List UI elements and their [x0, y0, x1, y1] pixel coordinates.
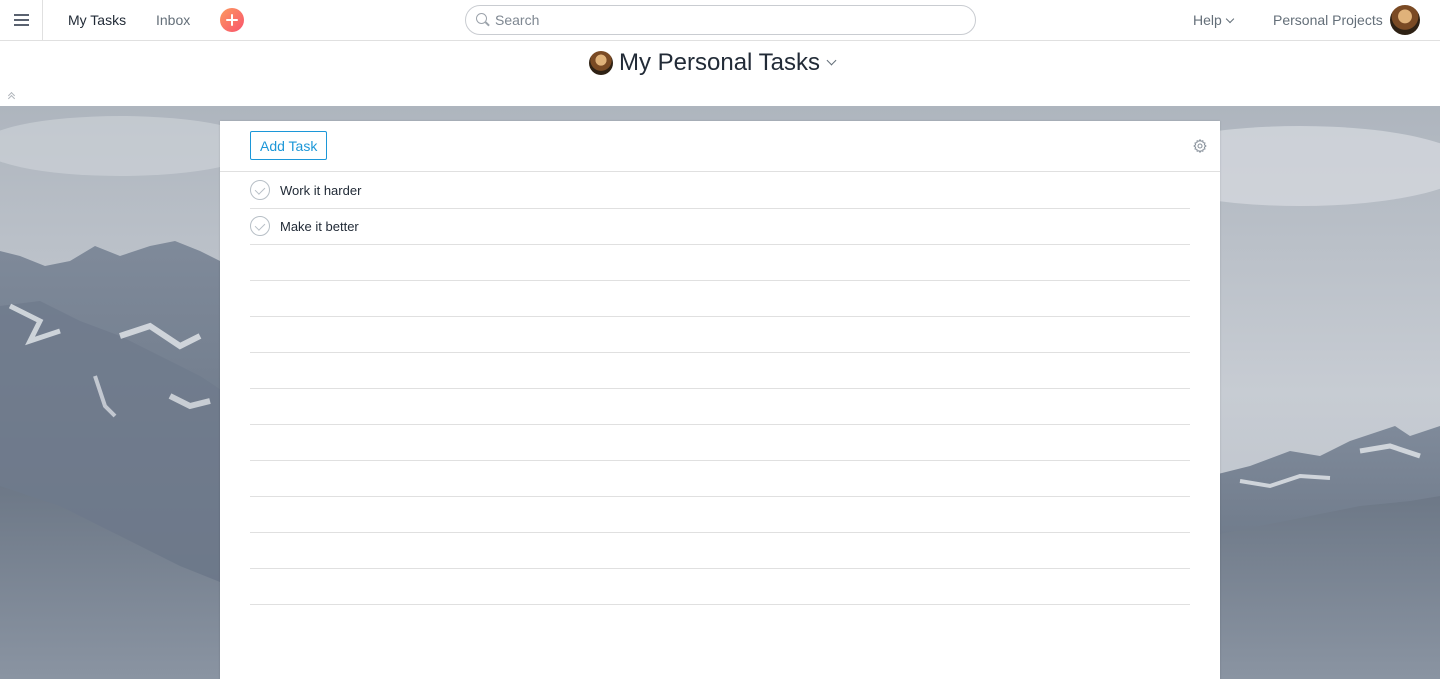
empty-task-row[interactable]: [250, 461, 1190, 497]
empty-task-row[interactable]: [250, 425, 1190, 461]
chevron-down-icon: [826, 55, 837, 65]
nav-inbox[interactable]: Inbox: [156, 12, 190, 28]
task-row[interactable]: Work it harder: [250, 173, 1190, 209]
chevron-down-icon: [1225, 14, 1235, 24]
search-icon: [476, 13, 487, 24]
help-label: Help: [1193, 12, 1222, 28]
top-bar: My Tasks Inbox Help Personal Projects: [0, 0, 1440, 41]
workspace-switcher[interactable]: Personal Projects: [1273, 12, 1383, 28]
nav-my-tasks[interactable]: My Tasks: [68, 12, 126, 28]
page-header: My Personal Tasks: [0, 41, 1440, 106]
double-chevron-up-icon[interactable]: [8, 93, 16, 101]
empty-task-row[interactable]: [250, 533, 1190, 569]
title-avatar: [589, 51, 613, 75]
task-list-panel: Add Task Work it harder Make it better: [220, 121, 1220, 679]
task-toolbar: Add Task: [220, 121, 1220, 172]
plus-circle-icon[interactable]: [220, 8, 244, 32]
empty-task-row[interactable]: [250, 281, 1190, 317]
task-row[interactable]: Make it better: [250, 209, 1190, 245]
empty-task-row[interactable]: [250, 317, 1190, 353]
search-input[interactable]: [495, 10, 965, 30]
page-title-menu[interactable]: My Personal Tasks: [589, 49, 837, 77]
task-list: Work it harder Make it better: [250, 173, 1190, 605]
empty-task-row[interactable]: [250, 569, 1190, 605]
user-avatar[interactable]: [1390, 5, 1420, 35]
task-name[interactable]: Work it harder: [280, 183, 361, 198]
gear-icon[interactable]: [1193, 139, 1207, 153]
search-bar: [465, 5, 976, 35]
page-title: My Personal Tasks: [619, 49, 820, 76]
complete-checkbox[interactable]: [250, 180, 270, 200]
add-task-button[interactable]: Add Task: [250, 131, 328, 160]
complete-checkbox[interactable]: [250, 216, 270, 236]
task-name[interactable]: Make it better: [280, 219, 359, 234]
help-menu[interactable]: Help: [1193, 12, 1235, 28]
empty-task-row[interactable]: [250, 245, 1190, 281]
empty-task-row[interactable]: [250, 353, 1190, 389]
hamburger-menu-icon[interactable]: [0, 0, 43, 40]
empty-task-row[interactable]: [250, 497, 1190, 533]
empty-task-row[interactable]: [250, 389, 1190, 425]
